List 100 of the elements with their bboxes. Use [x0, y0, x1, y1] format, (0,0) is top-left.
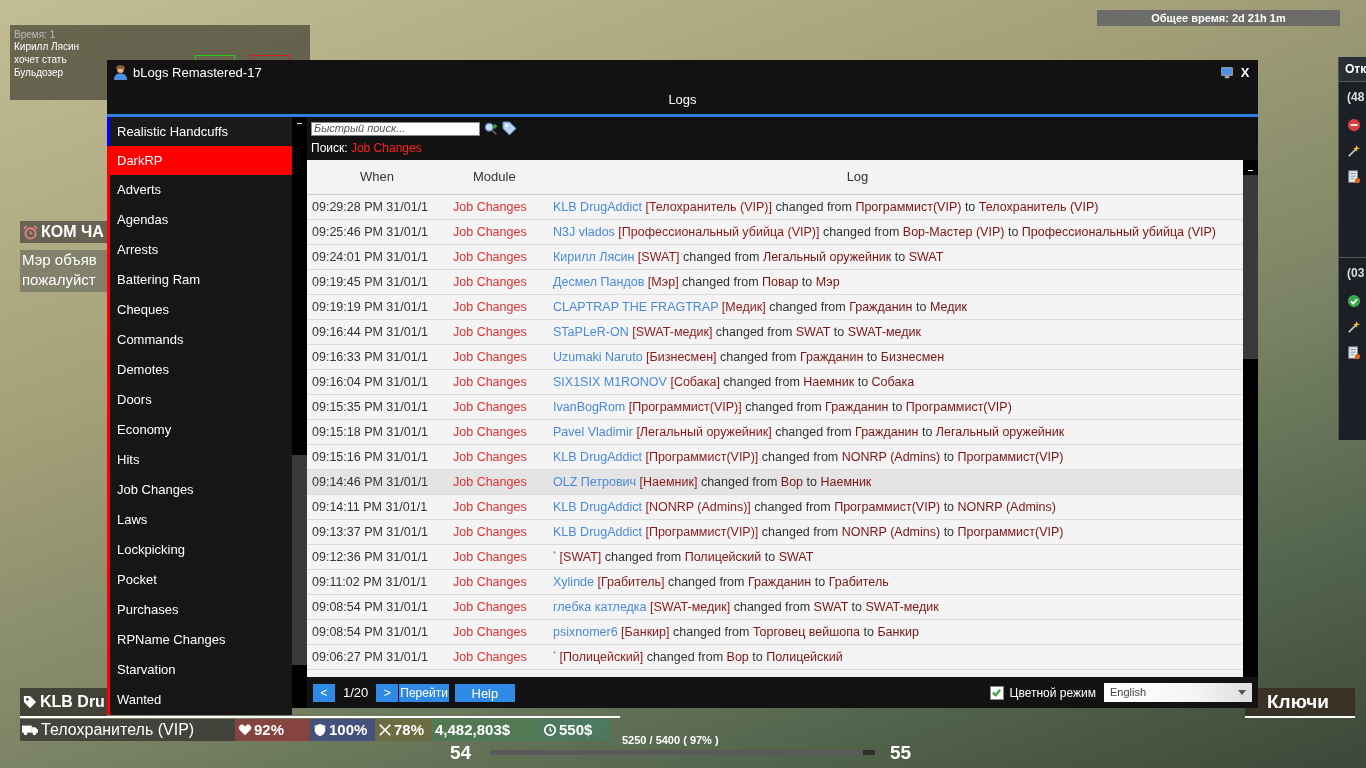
health-stat: 92%	[254, 719, 285, 740]
tag-icon[interactable]	[502, 121, 517, 136]
timestamp-cell-text: 09:13:37 PM 31/01/1	[311, 523, 430, 541]
monitor-icon[interactable]	[1221, 66, 1233, 79]
job-name: Телохранитель (VIP)	[41, 720, 195, 740]
module-cell-text: Job Changes	[452, 648, 528, 666]
timestamp-cell-text: 09:06:27 PM 31/01/1	[311, 648, 430, 666]
sidebar-item[interactable]: Wanted	[107, 685, 292, 715]
document-icon[interactable]	[1347, 346, 1361, 360]
sidebar-category[interactable]: DarkRP	[107, 146, 292, 175]
vote-text: Бульдозер	[14, 66, 64, 79]
current-level: 54	[450, 741, 472, 765]
column-header[interactable]: When	[307, 167, 452, 187]
language-dropdown[interactable]: English	[1104, 683, 1252, 702]
module-cell-text: Job Changes	[452, 323, 528, 341]
sidebar-item[interactable]: Agendas	[107, 205, 292, 235]
search-plus-icon[interactable]	[484, 121, 498, 136]
log-entry-cell-text: глебка катледка [SWAT-медик] changed from SWAT to SWAT-медик	[552, 598, 940, 616]
module-cell-text: Job Changes	[452, 473, 528, 491]
tag-icon	[23, 695, 37, 709]
money-stat: 4,482,803$	[435, 719, 511, 740]
log-entry-cell-text: Pavel Vladimir [Легальный оружейник] changed from Гражданин to Легальный оружейник	[552, 423, 1066, 441]
scrollbar-thumb[interactable]	[292, 455, 307, 665]
color-mode-checkbox[interactable]	[989, 685, 1004, 700]
vote-timer: Время: 1	[14, 29, 56, 40]
log-entry-cell-text: IvanBogRom [Программист(VIP)] changed from Гражданин to Программист(VIP)	[552, 398, 1013, 416]
magic-wand-icon[interactable]	[1347, 144, 1361, 158]
sidebar-category[interactable]: Realistic Handcuffs	[107, 117, 292, 146]
player-name: KLB Dru	[40, 692, 105, 712]
sidebar-item[interactable]: RPName Changes	[107, 625, 292, 655]
timestamp-cell-text: 09:29:28 PM 31/01/1	[311, 198, 430, 216]
timestamp-cell-text: 09:16:33 PM 31/01/1	[311, 348, 430, 366]
document-icon[interactable]	[1347, 170, 1361, 184]
timestamp-cell-text: 09:15:16 PM 31/01/1	[311, 448, 430, 466]
window-heading: Logs	[668, 90, 697, 109]
go-button[interactable]: Перейти	[399, 683, 449, 702]
timestamp-cell-text: 09:11:02 PM 31/01/1	[311, 573, 429, 591]
sidebar-item[interactable]: Starvation	[107, 655, 292, 685]
column-header[interactable]: Module	[452, 167, 552, 187]
log-entry-cell-text: CLAPTRAP THE FRAGTRAP [Медик] changed from Гражданин to Медик	[552, 298, 968, 316]
alarm-clock-icon	[23, 224, 38, 240]
timestamp-cell-text: 09:16:04 PM 31/01/1	[311, 373, 430, 391]
xp-reading: 5250 / 5400 ( 97% )	[622, 733, 719, 748]
timestamp-cell-text: 09:15:35 PM 31/01/1	[311, 398, 430, 416]
sidebar-item[interactable]: Economy	[107, 415, 292, 445]
module-cell-text: Job Changes	[452, 423, 528, 441]
module-cell-text: Job Changes	[452, 398, 528, 416]
sidebar-item[interactable]: Battering Ram	[107, 265, 292, 295]
module-cell-text: Job Changes	[452, 348, 528, 366]
log-entry-cell-text: Uzumaki Naruto [Бизнесмен] changed from Гражданин to Бизнесмен	[552, 348, 946, 366]
sidebar-item[interactable]: Adverts	[107, 175, 292, 205]
keys-label: Ключи	[1245, 688, 1355, 718]
log-row[interactable]: 09:14:46 PM 31/01/1 Job Changes OLZ Петрович [Наемник] changed from Вор to Наемник	[307, 470, 1243, 495]
next-page-button[interactable]: >	[376, 683, 399, 702]
module-cell-text: Job Changes	[452, 523, 528, 541]
timestamp-cell-text: 09:15:18 PM 31/01/1	[311, 423, 430, 441]
log-entry-cell-text: N3J vlados [Профессиональный убийца (VIP)] changed from Вор-Мастер (VIP) to Профессиональный убийца (VIP)	[552, 223, 1217, 241]
sidebar-item[interactable]: Pocket	[107, 565, 292, 595]
timestamp-cell-text: 09:25:46 PM 31/01/1	[311, 223, 430, 241]
module-cell-text: Job Changes	[452, 573, 528, 591]
module-cell-text: Job Changes	[452, 298, 528, 316]
column-header[interactable]: Log	[552, 167, 1243, 187]
module-cell-text: Job Changes	[452, 223, 528, 241]
search-field[interactable]: Быстрый поиск...	[311, 121, 480, 136]
sidebar-item[interactable]: Purchases	[107, 595, 292, 625]
shield-icon	[313, 723, 327, 737]
lockdown-message: пожалуйст	[22, 270, 97, 290]
sidebar-item[interactable]: Commands	[107, 325, 292, 355]
sidebar-item[interactable]: Doors	[107, 385, 292, 415]
next-level: 55	[890, 741, 912, 765]
log-entry-cell-text: KLB DrugAddict [Программист(VIP)] changed from NONRP (Admins) to Программист(VIP)	[552, 448, 1065, 466]
sidebar-item[interactable]: Demotes	[107, 355, 292, 385]
module-cell-text: Job Changes	[452, 623, 528, 641]
lockdown-message: Мэр объяв	[22, 250, 98, 270]
close-button[interactable]: X	[1238, 62, 1252, 83]
total-time-label: Общее время: 2d 21h 1m	[1097, 10, 1340, 26]
scrollbar-thumb[interactable]	[1243, 175, 1258, 359]
sidebar-item[interactable]: Arrests	[107, 235, 292, 265]
sidebar-item[interactable]: Job Changes	[107, 475, 292, 505]
search-filter-text: Поиск: Job Changes	[311, 140, 423, 157]
module-cell-text: Job Changes	[452, 273, 528, 291]
magic-wand-icon[interactable]	[1347, 320, 1361, 334]
log-entry-cell-text: * [Полицейский] changed from Вор to Полицейский	[552, 647, 844, 666]
previous-page-button[interactable]: <	[313, 683, 335, 702]
module-cell-text: Job Changes	[452, 448, 528, 466]
clock-icon	[543, 723, 557, 737]
module-cell-text: Job Changes	[452, 248, 528, 266]
help-button[interactable]: Help	[454, 683, 515, 702]
truck-icon	[22, 724, 38, 736]
sidebar-item[interactable]: Lockpicking	[107, 535, 292, 565]
sidebar-item[interactable]: Cheques	[107, 295, 292, 325]
heart-icon	[238, 723, 252, 737]
log-entry-cell-text: KLB DrugAddict [NONRP (Admins)] changed from Программист(VIP) to NONRP (Admins)	[552, 498, 1057, 516]
timestamp-cell-text: 09:14:11 PM 31/01/1	[311, 498, 429, 516]
page-indicator: 1/20	[342, 683, 370, 702]
armor-stat: 100%	[329, 719, 368, 740]
log-entry-cell-text: SIX1SIX M1RONOV [Собака] changed from Наемник to Собака	[552, 373, 916, 391]
sidebar-item[interactable]: Hits	[107, 445, 292, 475]
request-id-label: (03	[1347, 265, 1366, 282]
sidebar-item[interactable]: Laws	[107, 505, 292, 535]
